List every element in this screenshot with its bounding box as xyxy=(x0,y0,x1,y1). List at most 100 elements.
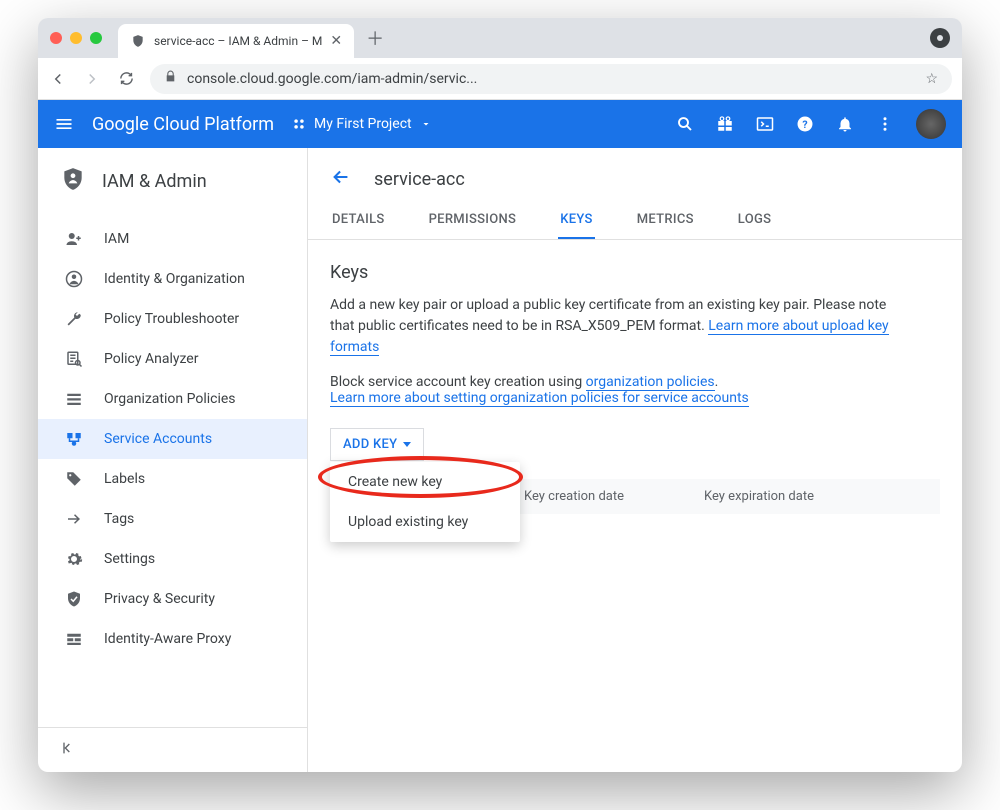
sidebar-item-labels[interactable]: Labels xyxy=(38,459,307,499)
browser-window: service-acc – IAM & Admin – M ✕ ＋ consol… xyxy=(38,18,962,772)
shield-icon xyxy=(130,33,146,49)
upload-existing-key-item[interactable]: Upload existing key xyxy=(330,502,520,542)
tab-metrics[interactable]: METRICS xyxy=(635,202,696,239)
add-key-label: ADD KEY xyxy=(343,437,397,452)
sidebar-header: IAM & Admin xyxy=(38,148,307,213)
more-icon[interactable] xyxy=(876,115,894,133)
section-description: Add a new key pair or upload a public ke… xyxy=(330,295,910,358)
tab-title: service-acc – IAM & Admin – M xyxy=(154,34,322,48)
new-tab-button[interactable]: ＋ xyxy=(366,25,384,51)
tag-icon xyxy=(64,469,84,489)
sidebar-item-label: Labels xyxy=(104,471,145,487)
page-header: service-acc xyxy=(308,148,962,202)
create-new-key-item[interactable]: Create new key xyxy=(330,462,520,502)
page-title: service-acc xyxy=(374,169,465,190)
block-paragraph: Block service account key creation using… xyxy=(330,374,940,406)
gift-icon[interactable] xyxy=(716,115,734,133)
wrench-icon xyxy=(64,309,84,329)
main-panel: service-acc DETAILS PERMISSIONS KEYS MET… xyxy=(308,148,962,772)
svg-text:?: ? xyxy=(802,118,807,131)
sidebar-item-policy-troubleshooter[interactable]: Policy Troubleshooter xyxy=(38,299,307,339)
sidebar-item-label: Identity & Organization xyxy=(104,271,245,287)
project-dots-icon xyxy=(292,117,306,131)
url-text: console.cloud.google.com/iam-admin/servi… xyxy=(187,71,915,87)
browser-tab[interactable]: service-acc – IAM & Admin – M ✕ xyxy=(118,24,354,58)
block-text: Block service account key creation using xyxy=(330,374,586,390)
keys-section: Keys Add a new key pair or upload a publ… xyxy=(308,240,962,772)
close-window-button[interactable] xyxy=(50,32,62,44)
content-area: IAM & Admin IAM Identity & Organization … xyxy=(38,148,962,772)
sidebar-item-label: Policy Troubleshooter xyxy=(104,311,239,327)
org-policies-link[interactable]: organization policies xyxy=(586,374,715,391)
arrow-right-icon xyxy=(64,509,84,529)
sidebar-item-label: Settings xyxy=(104,551,155,567)
sidebar-item-privacy-security[interactable]: Privacy & Security xyxy=(38,579,307,619)
person-add-icon xyxy=(64,229,84,249)
sidebar-item-tags[interactable]: Tags xyxy=(38,499,307,539)
header-actions: ? xyxy=(676,109,946,139)
tab-details[interactable]: DETAILS xyxy=(330,202,387,239)
search-icon[interactable] xyxy=(676,115,694,133)
shield-check-icon xyxy=(64,589,84,609)
tab-keys[interactable]: KEYS xyxy=(558,202,594,239)
sidebar-item-label: Organization Policies xyxy=(104,391,236,407)
chevron-down-icon xyxy=(420,118,432,130)
sidebar-item-policy-analyzer[interactable]: Policy Analyzer xyxy=(38,339,307,379)
th-expires: Key expiration date xyxy=(704,489,864,504)
sidebar-item-label: Service Accounts xyxy=(104,431,212,447)
sidebar-item-settings[interactable]: Settings xyxy=(38,539,307,579)
back-button[interactable] xyxy=(48,69,68,89)
reload-button[interactable] xyxy=(116,69,136,89)
service-account-icon xyxy=(64,429,84,449)
tab-bar: DETAILS PERMISSIONS KEYS METRICS LOGS xyxy=(308,202,962,240)
tab-logs[interactable]: LOGS xyxy=(736,202,774,239)
sidebar-item-iap[interactable]: Identity-Aware Proxy xyxy=(38,619,307,659)
window-controls xyxy=(50,32,102,44)
notifications-icon[interactable] xyxy=(836,115,854,133)
collapse-sidebar-button[interactable] xyxy=(38,727,307,772)
user-avatar[interactable] xyxy=(916,109,946,139)
brand-label: Google Cloud Platform xyxy=(92,114,274,135)
project-selector[interactable]: My First Project xyxy=(292,116,432,132)
help-icon[interactable]: ? xyxy=(796,115,814,133)
section-heading: Keys xyxy=(330,262,940,283)
cloud-shell-icon[interactable] xyxy=(756,115,774,133)
tab-permissions[interactable]: PERMISSIONS xyxy=(427,202,519,239)
browser-tab-strip: service-acc – IAM & Admin – M ✕ ＋ xyxy=(38,18,962,58)
sidebar-title: IAM & Admin xyxy=(102,171,207,192)
iap-icon xyxy=(64,629,84,649)
sidebar-item-org-policies[interactable]: Organization Policies xyxy=(38,379,307,419)
sidebar-item-identity-org[interactable]: Identity & Organization xyxy=(38,259,307,299)
add-key-button[interactable]: ADD KEY xyxy=(330,428,424,461)
block-dot: . xyxy=(715,374,719,390)
forward-button[interactable] xyxy=(82,69,102,89)
project-name: My First Project xyxy=(314,116,412,132)
back-arrow-button[interactable] xyxy=(330,166,352,192)
lock-icon xyxy=(164,70,177,87)
sidebar-item-iam[interactable]: IAM xyxy=(38,219,307,259)
sidebar-item-label: IAM xyxy=(104,231,129,247)
close-tab-icon[interactable]: ✕ xyxy=(330,33,342,49)
bookmark-star-icon[interactable]: ☆ xyxy=(925,71,938,87)
person-circle-icon xyxy=(64,269,84,289)
sidebar-item-label: Tags xyxy=(104,511,134,527)
sidebar: IAM & Admin IAM Identity & Organization … xyxy=(38,148,308,772)
list-icon xyxy=(64,389,84,409)
minimize-window-button[interactable] xyxy=(70,32,82,44)
learn-more-org-policies-link[interactable]: Learn more about setting organization po… xyxy=(330,390,749,407)
gear-icon xyxy=(64,549,84,569)
caret-down-icon xyxy=(403,442,411,447)
sidebar-item-service-accounts[interactable]: Service Accounts xyxy=(38,419,307,459)
sidebar-item-label: Policy Analyzer xyxy=(104,351,198,367)
th-created: Key creation date xyxy=(524,489,664,504)
maximize-window-button[interactable] xyxy=(90,32,102,44)
browser-profile-button[interactable] xyxy=(930,28,950,48)
sidebar-item-label: Identity-Aware Proxy xyxy=(104,631,231,647)
iam-admin-icon xyxy=(60,166,86,197)
add-key-wrap: ADD KEY Create new key Upload existing k… xyxy=(330,428,424,461)
hamburger-menu-icon[interactable] xyxy=(54,114,74,134)
sidebar-item-label: Privacy & Security xyxy=(104,591,215,607)
browser-toolbar: console.cloud.google.com/iam-admin/servi… xyxy=(38,58,962,100)
address-bar[interactable]: console.cloud.google.com/iam-admin/servi… xyxy=(150,64,952,94)
doc-search-icon xyxy=(64,349,84,369)
